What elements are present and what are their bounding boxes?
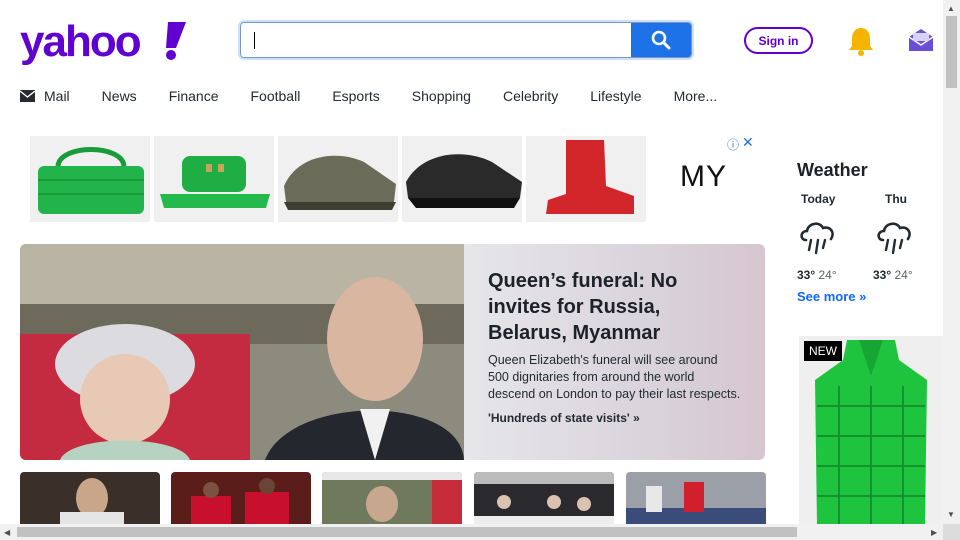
sign-in-button[interactable]: Sign in xyxy=(744,27,813,54)
weather-temp: 33° 24° xyxy=(873,268,913,282)
story-thumbnail[interactable] xyxy=(322,472,462,524)
story-thumbnail[interactable] xyxy=(20,472,160,524)
rain-cloud-icon xyxy=(800,222,834,255)
rain-cloud-icon xyxy=(877,222,911,255)
temp-high: 33° xyxy=(797,268,816,282)
temp-low: 24° xyxy=(818,268,837,282)
ad-product-green-sandal[interactable] xyxy=(154,136,276,222)
search-input[interactable] xyxy=(241,23,631,57)
nav-item-mail[interactable]: Mail xyxy=(20,88,70,104)
hero-image xyxy=(20,244,464,460)
side-ad[interactable]: NEW xyxy=(799,336,943,526)
story-thumbnail[interactable] xyxy=(171,472,311,524)
weather-see-more-link[interactable]: See more » xyxy=(797,289,866,304)
hero-text-panel: Queen’s funeral: No invites for Russia, … xyxy=(464,244,765,460)
green-vest-image xyxy=(815,340,927,526)
olive-sneaker-image xyxy=(284,155,396,210)
nav-item-finance[interactable]: Finance xyxy=(169,88,219,104)
nav-item-lifestyle[interactable]: Lifestyle xyxy=(590,88,641,104)
black-sneaker-image xyxy=(406,154,522,208)
search-button[interactable] xyxy=(631,23,691,57)
nav-item-shopping[interactable]: Shopping xyxy=(412,88,471,104)
green-sandal-image xyxy=(160,156,270,208)
green-bag-image xyxy=(38,147,144,214)
text-caret xyxy=(254,32,255,49)
story-thumbnail-image xyxy=(20,472,160,524)
ad-product-red-boot[interactable] xyxy=(526,136,648,222)
ad-product-green-bag[interactable] xyxy=(30,136,152,222)
search-icon xyxy=(651,30,671,50)
main-nav: Mail News Finance Football Esports Shopp… xyxy=(20,86,749,106)
red-boot-image xyxy=(546,140,634,214)
svg-text:yahoo: yahoo xyxy=(20,18,141,66)
hero-related-link[interactable]: 'Hundreds of state visits' » xyxy=(488,411,741,425)
nav-item-more[interactable]: More... xyxy=(674,88,718,104)
story-thumbnail-image xyxy=(171,472,311,524)
mail-icon[interactable] xyxy=(907,27,935,53)
scroll-left-arrow[interactable]: ◀ xyxy=(4,528,10,537)
story-thumbnail-image xyxy=(322,472,462,524)
story-thumbnail-image xyxy=(626,472,766,524)
temp-high: 33° xyxy=(873,268,892,282)
bell-icon[interactable] xyxy=(847,26,875,56)
nav-item-esports[interactable]: Esports xyxy=(332,88,379,104)
scroll-up-arrow[interactable]: ▲ xyxy=(947,4,955,13)
horizontal-scrollbar-thumb[interactable] xyxy=(17,527,797,537)
search-bar xyxy=(240,22,692,58)
scrollbar-corner xyxy=(943,524,960,540)
hero-headline[interactable]: Queen’s funeral: No invites for Russia, … xyxy=(488,268,741,346)
mail-icon xyxy=(20,90,35,102)
info-icon[interactable]: ⓘ xyxy=(727,136,739,153)
weather-temp: 33° 24° xyxy=(797,268,837,282)
weather-day-label: Today xyxy=(801,192,836,206)
vertical-scrollbar-thumb[interactable] xyxy=(946,16,957,88)
yahoo-logo[interactable]: yahoo xyxy=(18,18,188,70)
weather-day-label: Thu xyxy=(885,192,907,206)
ad-product-olive-sneaker[interactable] xyxy=(278,136,400,222)
ad-brand-text[interactable]: MY xyxy=(680,160,727,194)
nav-item-celebrity[interactable]: Celebrity xyxy=(503,88,558,104)
temp-low: 24° xyxy=(894,268,913,282)
story-thumbnail[interactable] xyxy=(474,472,614,524)
scroll-down-arrow[interactable]: ▼ xyxy=(947,510,955,519)
nav-item-football[interactable]: Football xyxy=(251,88,301,104)
new-badge: NEW xyxy=(804,341,842,361)
ad-product-black-sneaker[interactable] xyxy=(402,136,524,222)
scroll-right-arrow[interactable]: ▶ xyxy=(931,528,937,537)
close-icon[interactable]: ✕ xyxy=(742,134,754,151)
story-thumbnail[interactable] xyxy=(626,472,766,524)
hero-summary: Queen Elizabeth's funeral will see aroun… xyxy=(488,353,741,401)
hero-story[interactable]: Queen’s funeral: No invites for Russia, … xyxy=(20,244,765,460)
nav-item-news[interactable]: News xyxy=(102,88,137,104)
nav-item-label: Mail xyxy=(44,88,70,104)
ad-banner[interactable]: MY ⓘ ✕ xyxy=(30,134,755,222)
weather-title[interactable]: Weather xyxy=(797,160,868,181)
story-thumbnail-image xyxy=(474,472,614,524)
